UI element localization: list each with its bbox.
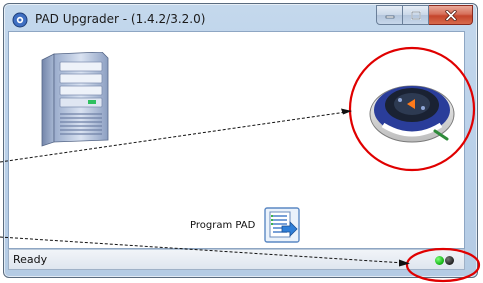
status-bar: Ready	[8, 249, 465, 270]
aed-device-icon	[369, 85, 455, 143]
minimize-icon	[385, 15, 394, 19]
minimize-button[interactable]	[376, 5, 403, 25]
close-button[interactable]	[429, 5, 473, 25]
app-icon[interactable]	[12, 12, 28, 28]
server-computer-icon	[41, 52, 109, 147]
maximize-icon	[410, 10, 421, 20]
maximize-button[interactable]	[403, 5, 429, 25]
close-icon	[444, 9, 457, 21]
window-title: PAD Upgrader - (1.4.2/3.2.0)	[35, 12, 206, 26]
dark-status-led	[445, 256, 454, 265]
green-status-led	[435, 256, 444, 265]
status-text: Ready	[13, 253, 48, 266]
program-pad-button[interactable]	[264, 207, 300, 243]
program-pad-label: Program PAD	[190, 220, 256, 231]
caption-buttons	[376, 5, 473, 27]
